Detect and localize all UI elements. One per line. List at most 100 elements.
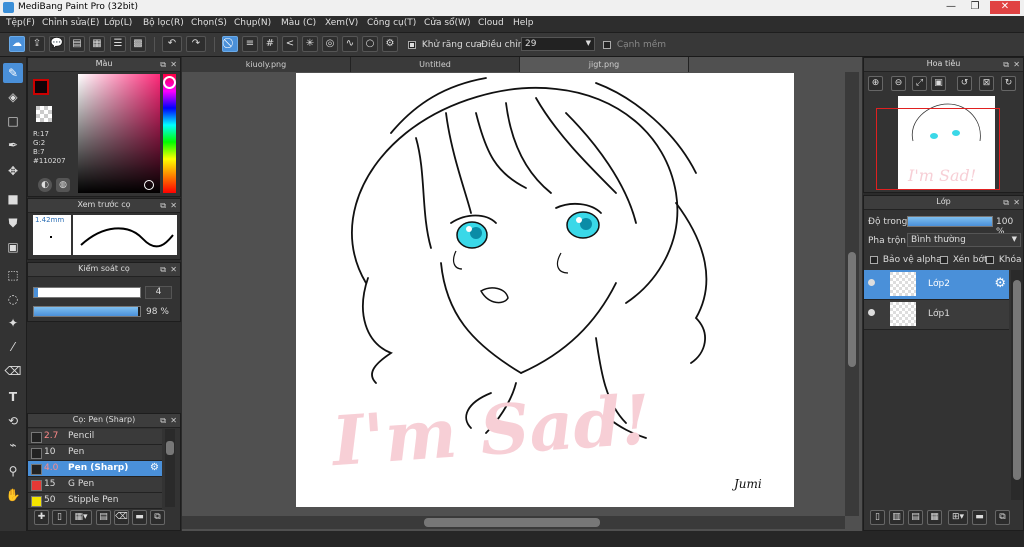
foreground-color-swatch[interactable] (33, 79, 49, 95)
palette-icon[interactable]: ◐ (38, 178, 52, 192)
menu-help[interactable]: Help (513, 18, 534, 28)
vertical-scrollbar-thumb[interactable] (848, 252, 856, 367)
perspective-snap-icon[interactable]: < (282, 36, 298, 52)
rotate-left-icon[interactable]: ↺ (957, 76, 972, 91)
close-icon[interactable]: ✕ (170, 415, 177, 427)
brush-list-scrollbar[interactable] (165, 429, 175, 507)
ring-snap-icon[interactable]: ○ (362, 36, 378, 52)
eyedropper-tool-icon[interactable]: ⌁ (3, 435, 23, 455)
horizontal-scrollbar-thumb[interactable] (424, 518, 600, 527)
layer-opacity-slider[interactable] (907, 216, 993, 227)
hue-slider[interactable] (163, 74, 176, 193)
antialias-checkbox[interactable] (408, 40, 416, 49)
hand-tool-icon[interactable]: ✋ (3, 485, 23, 505)
folder-icon[interactable]: ▬ (132, 510, 147, 525)
scrollbar-thumb[interactable] (166, 441, 174, 455)
soft-edge-toggle[interactable]: Cạnh mềm (603, 40, 666, 50)
select-pen-tool-icon[interactable]: ⁄ (3, 337, 23, 357)
close-icon[interactable]: ✕ (1013, 59, 1020, 71)
fill-rect-tool-icon[interactable]: ■ (3, 189, 23, 209)
lock-toggle[interactable]: Khóa (986, 255, 1022, 265)
import-layer-icon[interactable]: ▦ (927, 510, 942, 525)
popout-icon[interactable]: ⧉ (1003, 197, 1009, 209)
page-icon[interactable]: ▤ (69, 36, 85, 52)
grid-icon[interactable]: ▩ (130, 36, 146, 52)
duplicate-layer-icon[interactable]: ⧉ (995, 510, 1010, 525)
duplicate-icon[interactable]: ⧉ (150, 510, 165, 525)
vertical-scrollbar[interactable] (845, 72, 859, 516)
reset-rotation-icon[interactable]: ⊠ (979, 76, 994, 91)
lasso-rect-tool-icon[interactable]: ⬚ (3, 265, 23, 285)
lasso-tool-icon[interactable]: ◌ (3, 289, 23, 309)
actual-size-icon[interactable]: ▣ (931, 76, 946, 91)
gradient-tool-icon[interactable]: ▣ (3, 237, 23, 257)
eraser-tool-icon[interactable]: ◈ (3, 87, 23, 107)
snap-off-icon[interactable]: ⃠ (222, 36, 238, 52)
menu-tools[interactable]: Công cụ(T) (367, 18, 416, 28)
soft-edge-checkbox[interactable] (603, 40, 611, 49)
brush-list-item[interactable]: 10 Pen (28, 445, 162, 461)
grid-snap-icon[interactable]: # (262, 36, 278, 52)
tab-jigt[interactable]: jigt.png (520, 57, 689, 72)
new-8bit-layer-icon[interactable]: ▤ (908, 510, 923, 525)
menu-edit[interactable]: Chỉnh sửa(E) (42, 18, 99, 28)
layer-item[interactable]: Lớp2 ⚙ (864, 270, 1009, 300)
operation-tool-icon[interactable]: ⟲ (3, 411, 23, 431)
settings-snap-icon[interactable]: ⚙ (382, 36, 398, 52)
document-icon[interactable]: ▦ (89, 36, 105, 52)
tab-untitled[interactable]: Untitled (351, 57, 520, 72)
radial-snap-icon[interactable]: ✳ (302, 36, 318, 52)
popout-icon[interactable]: ⧉ (160, 264, 166, 276)
close-icon[interactable]: ✕ (1013, 197, 1020, 209)
maximize-button[interactable]: ❐ (966, 1, 984, 14)
menu-layer[interactable]: Lớp(L) (104, 18, 132, 28)
layer-folder-icon[interactable]: ▬ (972, 510, 987, 525)
navigator-preview[interactable]: I'm Sad! (876, 96, 1000, 190)
close-icon[interactable]: ✕ (170, 200, 177, 212)
brush-delete-icon[interactable]: ⌫ (114, 510, 129, 525)
menu-cloud[interactable]: Cloud (478, 18, 504, 28)
comment-icon[interactable]: 💬 (49, 36, 65, 52)
menu-filter[interactable]: Bộ lọc(R) (143, 18, 184, 28)
undo-icon[interactable]: ↶ (162, 36, 182, 52)
protect-alpha-toggle[interactable]: Bảo vệ alpha (870, 255, 942, 265)
brush-list-item[interactable]: 50 Stipple Pen (28, 493, 162, 509)
lock-checkbox[interactable] (986, 255, 994, 264)
menu-file[interactable]: Tệp(F) (6, 18, 35, 28)
select-eraser-tool-icon[interactable]: ⌫ (3, 361, 23, 381)
circle-snap-icon[interactable]: ◎ (322, 36, 338, 52)
curve-snap-icon[interactable]: ∿ (342, 36, 358, 52)
cloud-icon[interactable]: ☁ (9, 36, 25, 52)
zoom-out-icon[interactable]: ⊖ (891, 76, 906, 91)
menu-view[interactable]: Xem(V) (325, 18, 358, 28)
eye-icon[interactable] (868, 279, 875, 286)
parallel-snap-icon[interactable]: ≡ (242, 36, 258, 52)
opacity-slider[interactable] (33, 306, 141, 317)
drawing-canvas[interactable]: I'm Sad! Jumi (296, 73, 794, 507)
hue-handle[interactable] (163, 76, 176, 89)
antialias-toggle[interactable]: Khử răng cưa (408, 40, 482, 50)
close-icon[interactable]: ✕ (170, 264, 177, 276)
pen-tool-icon[interactable]: ✒ (3, 135, 23, 155)
menu-window[interactable]: Cửa sổ(W) (424, 18, 470, 28)
menu-color[interactable]: Màu (C) (281, 18, 316, 28)
new-halftone-layer-icon[interactable]: ▥ (889, 510, 904, 525)
rotate-right-icon[interactable]: ↻ (1001, 76, 1016, 91)
viewport-rect[interactable] (876, 108, 1000, 190)
brush-list-item[interactable]: 4.0 Pen (Sharp) ⚙ (28, 461, 162, 477)
correction-select[interactable]: 29 ▼ (521, 37, 595, 51)
size-value[interactable]: 4 (145, 286, 172, 299)
text-tool-icon[interactable]: T (3, 387, 23, 407)
layer-menu-icon[interactable]: ⊞▾ (948, 510, 968, 525)
blend-mode-select[interactable]: Bình thường ▼ (907, 233, 1021, 247)
gear-icon[interactable]: ⚙ (994, 276, 1006, 291)
brush-list-item[interactable]: 2.7 Pencil (28, 429, 162, 445)
list-icon[interactable]: ☰ (110, 36, 126, 52)
color-wheel-icon[interactable]: ◍ (56, 178, 70, 192)
fit-icon[interactable]: ⤢ (912, 76, 927, 91)
redo-icon[interactable]: ↷ (186, 36, 206, 52)
horizontal-scrollbar[interactable] (182, 516, 845, 529)
tab-kiuoly[interactable]: kiuoly.png (182, 57, 351, 72)
layer-scrollbar-thumb[interactable] (1013, 280, 1021, 480)
popout-icon[interactable]: ⧉ (1003, 59, 1009, 71)
